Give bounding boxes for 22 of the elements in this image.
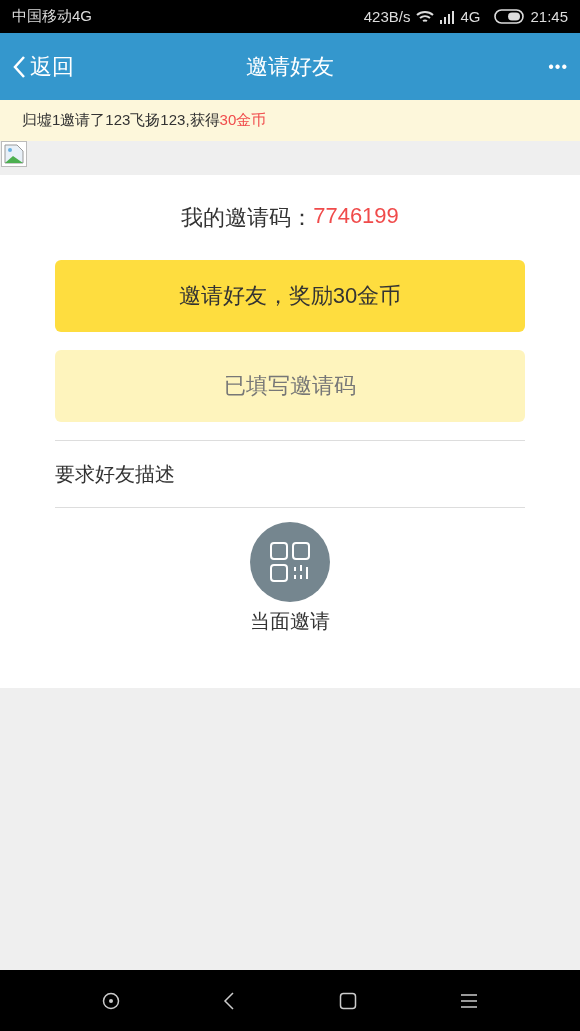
assistant-icon[interactable] (101, 991, 120, 1010)
signal-icon (440, 9, 455, 24)
home-icon[interactable] (338, 991, 357, 1010)
invite-code-label: 我的邀请码： (181, 204, 314, 232)
filled-code-button[interactable]: 已填写邀请码 (55, 350, 525, 422)
clock: 21:45 (530, 8, 568, 25)
more-button[interactable]: ••• (548, 57, 568, 76)
invite-notice: 归墟1邀请了123飞扬123,获得30金币 (22, 111, 267, 130)
carrier-name: 中国移动4G (12, 7, 92, 26)
network-type: 4G (460, 8, 481, 25)
chevron-left-icon (12, 54, 26, 79)
back-icon[interactable] (223, 991, 236, 1010)
network-speed: 423B/s (363, 8, 411, 25)
qr-code-icon (269, 541, 311, 583)
page-title: 邀请好友 (246, 53, 334, 79)
invite-button[interactable]: 邀请好友，奖励30金币 (55, 260, 525, 332)
menu-icon[interactable] (460, 992, 479, 1009)
battery-icon (494, 9, 525, 24)
invite-code: 7746199 (313, 203, 399, 230)
back-button[interactable]: 返回 (12, 51, 74, 82)
description-text: 要求好友描述 (55, 461, 175, 487)
wifi-icon (416, 9, 435, 24)
